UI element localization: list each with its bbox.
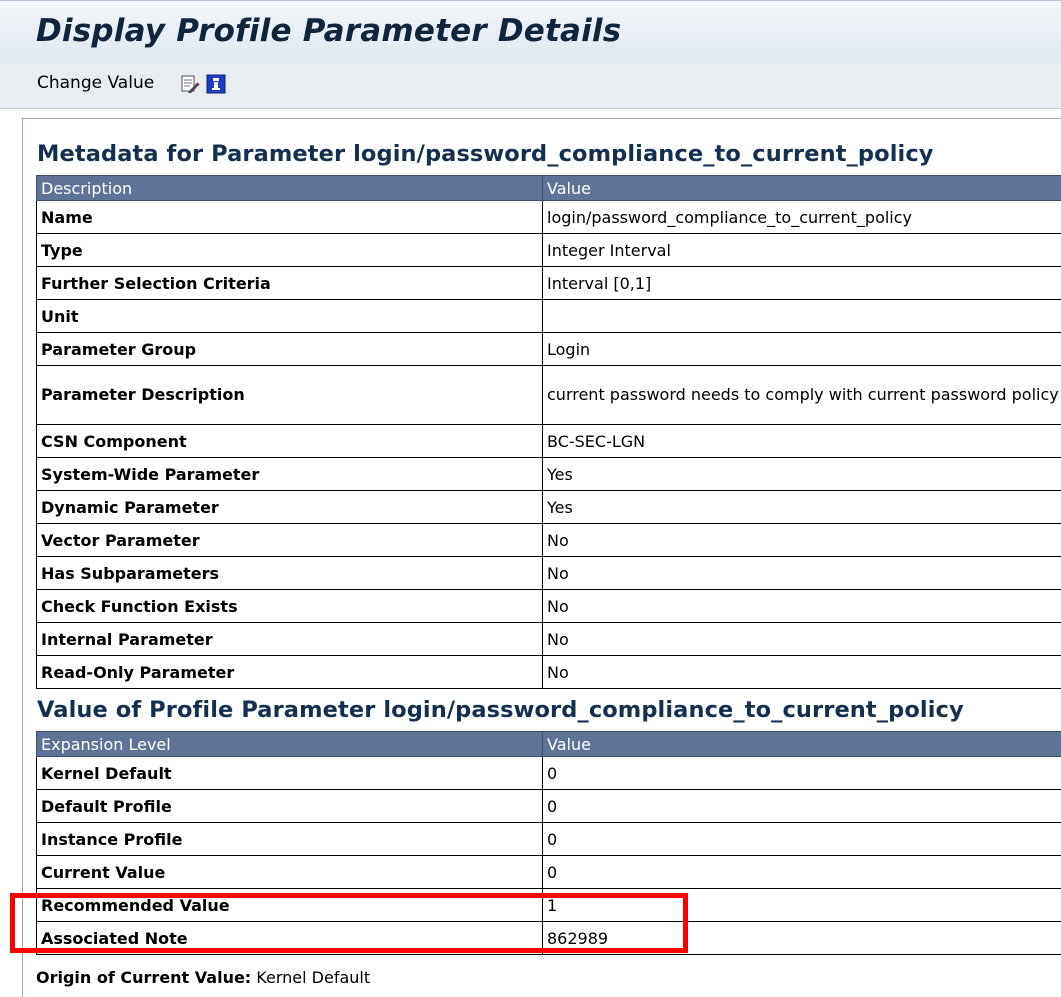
row-key: CSN Component	[37, 425, 543, 458]
column-header-value: Value	[543, 176, 1061, 201]
row-value: Login	[543, 333, 1061, 366]
row-key: Check Function Exists	[37, 590, 543, 623]
row-key: Kernel Default	[37, 757, 543, 790]
origin-of-current-value: Origin of Current Value: Kernel Default	[36, 968, 370, 987]
row-value: Interval [0,1]	[543, 267, 1061, 300]
table-row: Recommended Value 1	[37, 889, 1061, 922]
row-key: Instance Profile	[37, 823, 543, 856]
row-value: 0	[543, 757, 1061, 790]
table-header-row: Expansion Level Value	[37, 732, 1061, 757]
row-key: Vector Parameter	[37, 524, 543, 557]
edit-icon[interactable]	[180, 74, 200, 94]
table-row: Associated Note 862989	[37, 922, 1061, 955]
table-row: Read-Only Parameter No	[37, 656, 1061, 689]
table-row: Name login/password_compliance_to_curren…	[37, 201, 1061, 234]
row-key: Parameter Group	[37, 333, 543, 366]
table-row: Instance Profile 0	[37, 823, 1061, 856]
row-key: Internal Parameter	[37, 623, 543, 656]
row-value: BC-SEC-LGN	[543, 425, 1061, 458]
row-key: Dynamic Parameter	[37, 491, 543, 524]
table-row: Further Selection Criteria Interval [0,1…	[37, 267, 1061, 300]
row-key: Name	[37, 201, 543, 234]
column-header-expansion-level: Expansion Level	[37, 732, 543, 757]
row-key: Has Subparameters	[37, 557, 543, 590]
table-row: Dynamic Parameter Yes	[37, 491, 1061, 524]
row-value	[543, 300, 1061, 333]
toolbar: Change Value	[0, 64, 1061, 109]
column-header-value: Value	[543, 732, 1061, 757]
row-key: Type	[37, 234, 543, 267]
row-key: Further Selection Criteria	[37, 267, 543, 300]
table-row: Current Value 0	[37, 856, 1061, 889]
table-row: Has Subparameters No	[37, 557, 1061, 590]
table-row: Unit	[37, 300, 1061, 333]
row-key: Recommended Value	[37, 889, 543, 922]
row-value: login/password_compliance_to_current_pol…	[543, 201, 1061, 234]
value-section-title: Value of Profile Parameter login/passwor…	[37, 697, 964, 723]
row-value: 0	[543, 856, 1061, 889]
info-icon[interactable]	[206, 74, 226, 94]
row-value: Yes	[543, 458, 1061, 491]
table-row: Parameter Group Login	[37, 333, 1061, 366]
table-row: Kernel Default 0	[37, 757, 1061, 790]
row-key: System-Wide Parameter	[37, 458, 543, 491]
row-value: No	[543, 656, 1061, 689]
table-row: Type Integer Interval	[37, 234, 1061, 267]
row-key: Read-Only Parameter	[37, 656, 543, 689]
row-value: 0	[543, 790, 1061, 823]
table-row: Check Function Exists No	[37, 590, 1061, 623]
metadata-table: Description Value Name login/password_co…	[36, 175, 1061, 689]
title-bar: Display Profile Parameter Details	[0, 0, 1061, 65]
row-value: No	[543, 557, 1061, 590]
table-row: Internal Parameter No	[37, 623, 1061, 656]
table-row: System-Wide Parameter Yes	[37, 458, 1061, 491]
table-row: Default Profile 0	[37, 790, 1061, 823]
value-table: Expansion Level Value Kernel Default 0 D…	[36, 731, 1061, 955]
row-key: Default Profile	[37, 790, 543, 823]
table-row: CSN Component BC-SEC-LGN	[37, 425, 1061, 458]
origin-value: Kernel Default	[256, 968, 370, 987]
page-title: Display Profile Parameter Details	[36, 13, 621, 49]
row-value: No	[543, 623, 1061, 656]
row-key: Parameter Description	[37, 366, 543, 425]
row-value: 862989	[543, 922, 1061, 955]
row-value: 0	[543, 823, 1061, 856]
column-header-description: Description	[37, 176, 543, 201]
row-value: current password needs to comply with cu…	[543, 366, 1061, 425]
origin-label: Origin of Current Value:	[36, 968, 251, 987]
row-value: Yes	[543, 491, 1061, 524]
row-value: Integer Interval	[543, 234, 1061, 267]
table-row: Parameter Description current password n…	[37, 366, 1061, 425]
row-key: Associated Note	[37, 922, 543, 955]
metadata-section-title: Metadata for Parameter login/password_co…	[37, 141, 934, 167]
row-key: Current Value	[37, 856, 543, 889]
row-value: No	[543, 524, 1061, 557]
row-value: 1	[543, 889, 1061, 922]
table-row: Vector Parameter No	[37, 524, 1061, 557]
change-value-button[interactable]: Change Value	[37, 73, 154, 93]
content-area: Metadata for Parameter login/password_co…	[22, 118, 1061, 997]
table-header-row: Description Value	[37, 176, 1061, 201]
row-key: Unit	[37, 300, 543, 333]
row-value: No	[543, 590, 1061, 623]
